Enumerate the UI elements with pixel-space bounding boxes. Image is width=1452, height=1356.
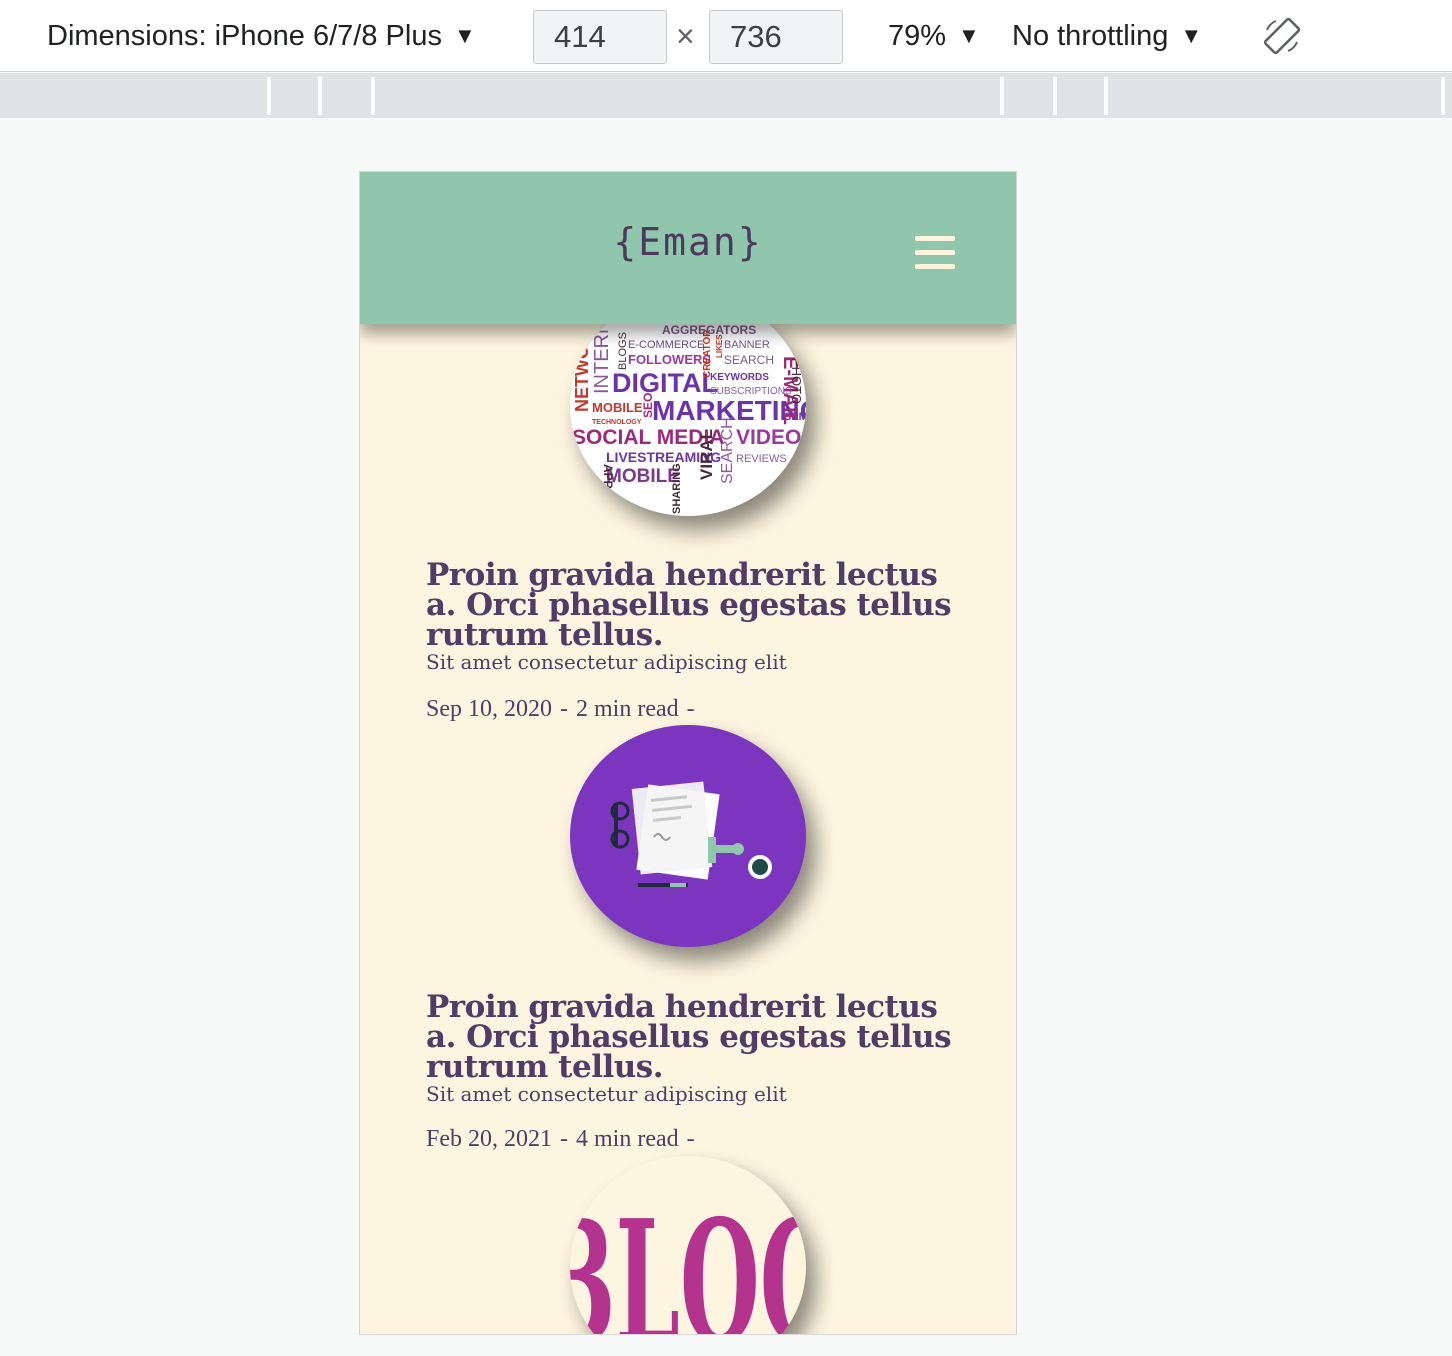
post-subtitle: Sit amet consectetur adipiscing elit (426, 1082, 787, 1106)
media-query-divider (1053, 77, 1057, 115)
meta-separator: - (560, 1126, 568, 1152)
word-cloud-term: BANNER (724, 339, 770, 351)
word-cloud-term: FOLLOWERS (628, 352, 711, 367)
word-cloud-term: SEARCH (724, 353, 774, 367)
word-cloud-term: NETWORK (572, 319, 592, 412)
blog-lettering-text: BLOG (570, 1183, 806, 1335)
word-cloud-term: MOBILE (606, 466, 680, 487)
hamburger-menu-icon[interactable] (915, 236, 957, 270)
word-cloud-term: KEYWORDS (710, 372, 769, 383)
zoom-label: 79% (888, 19, 947, 52)
site-header: {Eman} (360, 172, 1016, 324)
post-date: Feb 20, 2021 (426, 1126, 552, 1152)
dimensions-dropdown[interactable]: Dimensions: iPhone 6/7/8 Plus ▼ (47, 0, 476, 72)
times-icon: × (676, 17, 695, 54)
word-cloud-term: SEARCH (719, 417, 736, 484)
meta-separator: - (560, 696, 568, 722)
word-cloud-term: REVIEWS (736, 453, 787, 465)
word-cloud-term: VIRAL (697, 429, 716, 480)
device-viewport: {Eman} AGGREGATORS E-COMMERCE BANNER FOL… (359, 171, 1017, 1335)
word-cloud-term: BLOGS (617, 332, 629, 370)
media-query-divider (1000, 77, 1004, 115)
dimensions-label: Dimensions: iPhone 6/7/8 Plus (47, 19, 442, 52)
document-desk-illustration (610, 781, 772, 887)
word-cloud-term: CREATOR (702, 329, 713, 378)
dropdown-arrow-icon: ▼ (1180, 23, 1203, 48)
post-read-time: 4 min read (576, 1126, 679, 1152)
throttling-dropdown[interactable]: No throttling ▼ (1012, 0, 1202, 72)
word-cloud-term: LIKES (715, 334, 724, 358)
post-subtitle: Sit amet consectetur adipiscing elit (426, 650, 787, 674)
devtools-device-toolbar: Dimensions: iPhone 6/7/8 Plus ▼ 414 × 73… (0, 0, 1452, 72)
media-query-divider (318, 77, 322, 115)
word-cloud-term: VIDEOS (736, 426, 806, 449)
dropdown-arrow-icon: ▼ (453, 23, 476, 48)
media-query-divider (371, 77, 375, 115)
word-cloud-term: SHARING (671, 463, 683, 514)
media-query-divider (267, 77, 271, 115)
post-meta: Feb 20, 2021-4 min read - (426, 1126, 703, 1153)
post-image-blog-lettering[interactable]: BLOG (570, 1156, 806, 1335)
meta-separator: - (686, 696, 695, 722)
media-query-divider (1104, 77, 1108, 115)
word-cloud-term: E-COMMERCE (628, 339, 704, 351)
word-cloud-term: TECHNOLOGY (592, 419, 642, 426)
meta-separator: - (686, 1126, 695, 1152)
width-input[interactable]: 414 (533, 10, 667, 64)
post-image-word-cloud[interactable]: AGGREGATORS E-COMMERCE BANNER FOLLOWERS … (570, 294, 806, 516)
post-date: Sep 10, 2020 (426, 696, 552, 722)
word-cloud-term: APPS (601, 464, 615, 497)
word-cloud-term: SEO (641, 393, 655, 418)
post-meta: Sep 10, 2020-2 min read - (426, 696, 703, 723)
height-input[interactable]: 736 (709, 10, 843, 64)
media-query-divider (1441, 77, 1445, 115)
post-title[interactable]: Proin gravida hendrerit lectus a. Orci p… (426, 992, 966, 1083)
media-query-bar[interactable] (0, 73, 1452, 118)
word-cloud-term: MOBILE (592, 400, 643, 415)
rotate-icon[interactable] (1262, 16, 1302, 56)
zoom-dropdown[interactable]: 79% ▼ (888, 0, 980, 72)
throttling-label: No throttling (1012, 19, 1169, 52)
post-title[interactable]: Proin gravida hendrerit lectus a. Orci p… (426, 560, 966, 651)
word-cloud-term: PHOTO (789, 358, 804, 404)
post-image-document-illustration[interactable] (570, 725, 806, 947)
post-read-time: 2 min read (576, 696, 679, 722)
dropdown-arrow-icon: ▼ (958, 23, 980, 48)
